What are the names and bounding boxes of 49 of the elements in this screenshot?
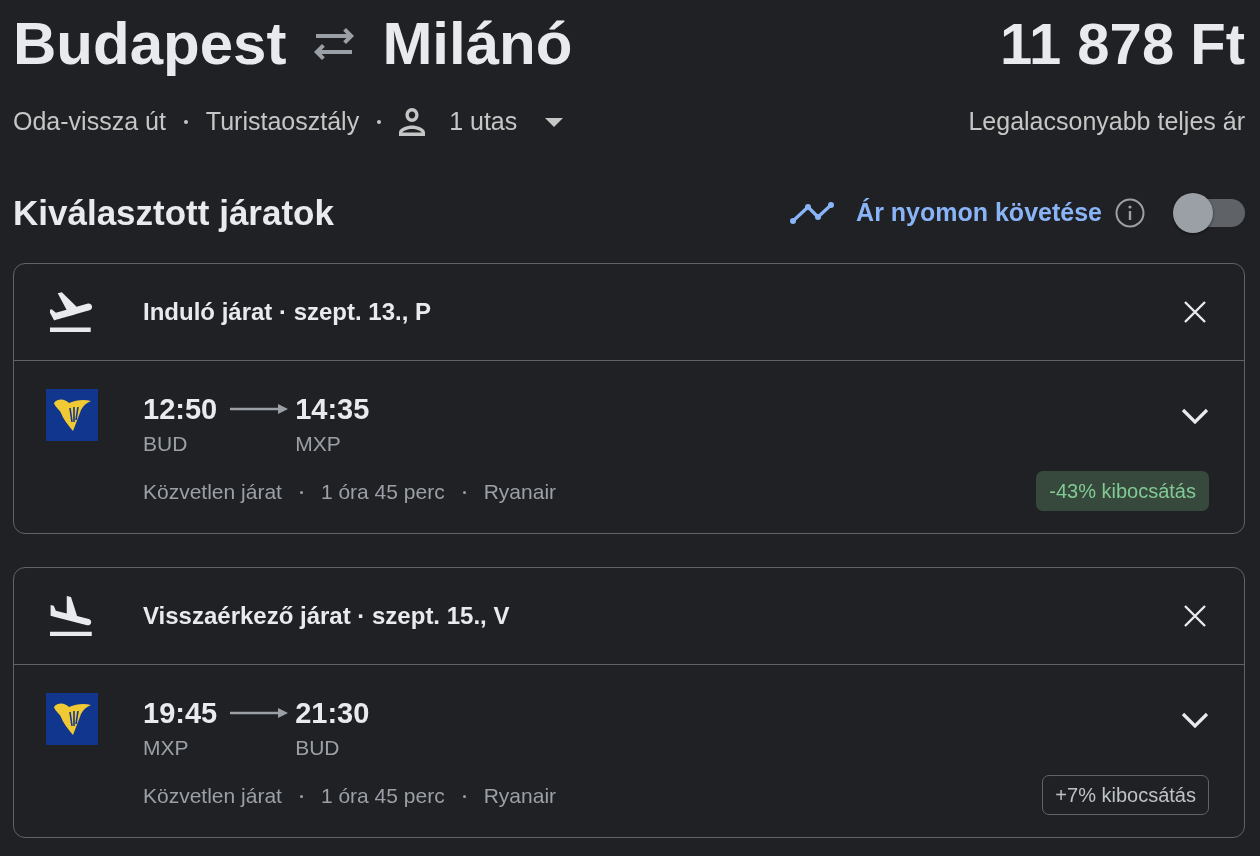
right-arrow-icon [230, 708, 289, 718]
departure-time: 12:50 [143, 392, 218, 427]
airline-logo-icon [46, 389, 98, 441]
flight-heading: Visszaérkező járat · szept. 15., V [143, 601, 510, 631]
departure-airport: MXP [143, 735, 190, 761]
separator-dot-icon [299, 794, 303, 798]
destination-city: Milánó [382, 11, 573, 77]
swap-arrows-icon [314, 28, 355, 60]
arrival-time: 21:30 [295, 696, 370, 731]
close-icon [1183, 300, 1207, 324]
chevron-down-icon [1181, 408, 1209, 424]
person-icon [399, 108, 426, 136]
price-tracking-toggle[interactable] [1173, 193, 1245, 233]
arrival-airport: MXP [295, 431, 342, 457]
caret-down-icon [545, 117, 564, 127]
flight-detail-text: Ryanair [483, 479, 557, 505]
separator-dot-icon [462, 794, 466, 798]
total-price: 11 878 Ft [999, 12, 1245, 76]
plane-landing-icon [50, 596, 92, 636]
right-arrow-icon [230, 404, 289, 414]
separator-dot-icon [299, 490, 303, 494]
close-icon [1183, 604, 1207, 628]
flight-heading: Induló járat · szept. 13., P [143, 297, 432, 327]
departure-time: 19:45 [143, 696, 218, 731]
flight-detail-text: Közvetlen járat [143, 479, 282, 505]
flight-detail-text: 1 óra 45 perc [320, 783, 445, 809]
airline-logo-icon [46, 693, 98, 745]
arrival-airport: BUD [295, 735, 341, 761]
info-icon[interactable] [1115, 198, 1145, 228]
emissions-tag: -43% kibocsátás [1036, 471, 1209, 511]
price-note: Legalacsonyabb teljes ár [968, 106, 1245, 138]
flight-detail-text: 1 óra 45 perc [320, 479, 445, 505]
section-title: Kiválasztott járatok [13, 192, 334, 234]
passengers-dropdown[interactable]: 1 utas [399, 103, 564, 141]
flight-detail-text: Közvetlen járat [143, 783, 282, 809]
chevron-down-icon [1181, 712, 1209, 728]
plane-takeoff-icon [50, 292, 92, 332]
origin-city: Budapest [13, 11, 287, 77]
separator-dot-icon [183, 120, 188, 124]
separator-dot-icon [462, 490, 466, 494]
trend-line-icon [790, 201, 835, 225]
cabin-class-text: Turistaosztály [205, 106, 360, 138]
flight-detail-text: Ryanair [483, 783, 557, 809]
departure-airport: BUD [143, 431, 189, 457]
separator-dot-icon [377, 120, 382, 124]
arrival-time: 14:35 [295, 392, 370, 427]
trip-type-text: Oda-vissza út [13, 106, 166, 138]
emissions-tag: +7% kibocsátás [1042, 775, 1209, 815]
price-tracking-label: Ár nyomon követése [856, 197, 1102, 229]
